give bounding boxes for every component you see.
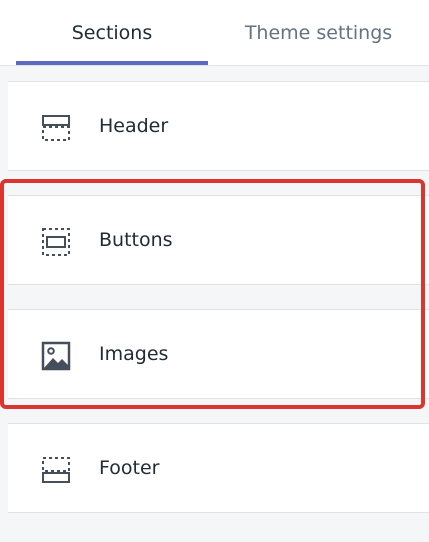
- header-layout-icon: [42, 115, 70, 141]
- tab-sections-label: Sections: [71, 22, 153, 44]
- tab-theme-settings-label: Theme settings: [244, 22, 393, 44]
- section-item-label: Footer: [99, 457, 160, 479]
- section-item-label: Buttons: [99, 229, 173, 251]
- section-item-footer[interactable]: Footer: [8, 423, 429, 513]
- section-item-buttons[interactable]: Buttons: [8, 195, 429, 285]
- section-item-label: Header: [99, 115, 169, 137]
- tab-sections[interactable]: Sections: [16, 0, 208, 66]
- section-item-label: Images: [99, 343, 169, 365]
- section-item-images[interactable]: Images: [8, 309, 429, 399]
- footer-layout-icon: [42, 457, 70, 483]
- tab-theme-settings[interactable]: Theme settings: [208, 0, 429, 66]
- active-tab-indicator: [16, 61, 208, 65]
- image-icon: [41, 341, 71, 371]
- section-item-header[interactable]: Header: [8, 81, 429, 171]
- button-layout-icon: [42, 228, 70, 256]
- tab-bar: Sections Theme settings: [0, 0, 429, 66]
